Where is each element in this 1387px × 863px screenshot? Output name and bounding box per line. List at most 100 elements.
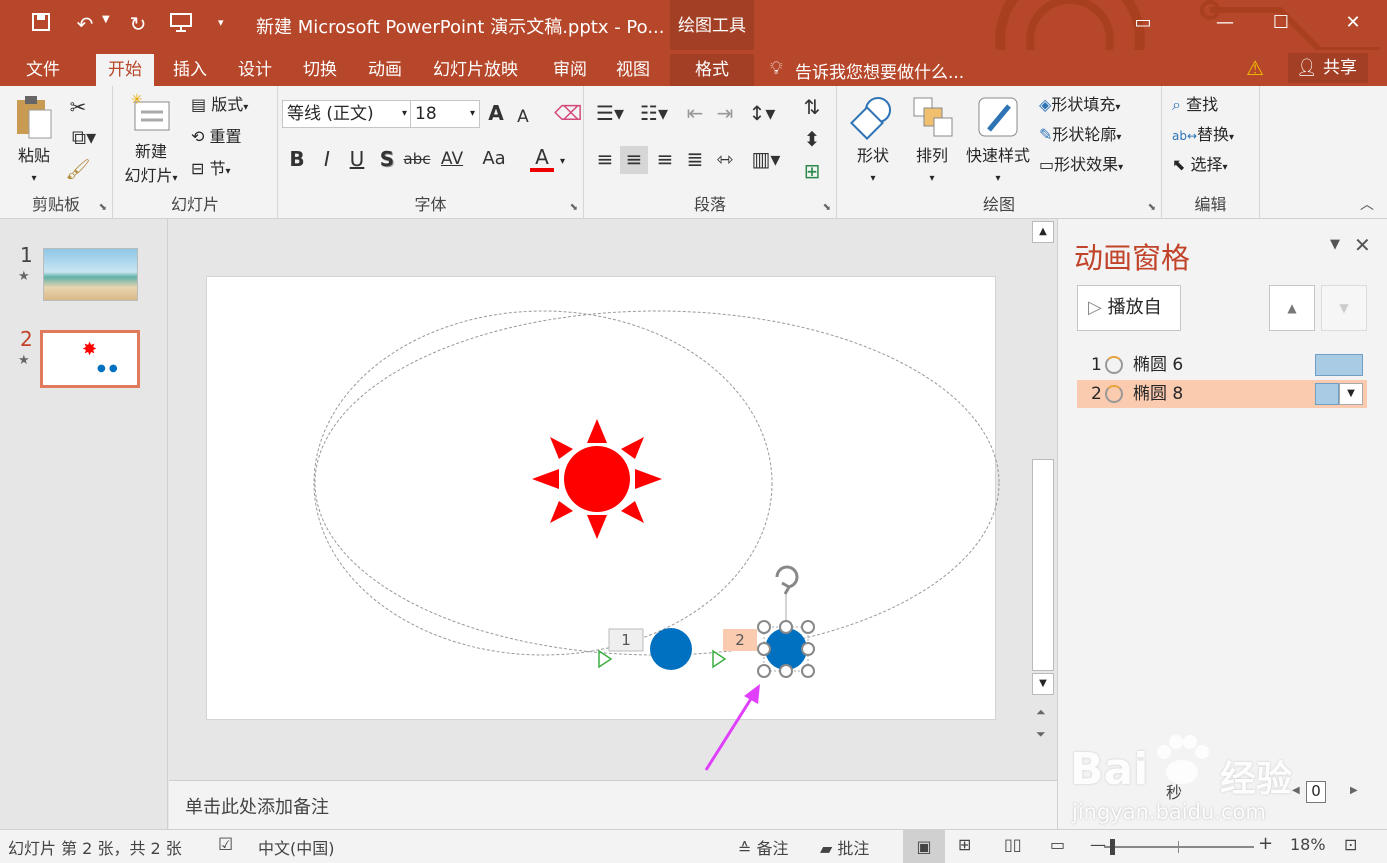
shapes-button[interactable]: 形状 ▾ [845, 94, 901, 185]
fit-to-window-icon[interactable]: ⊡ [1344, 835, 1357, 854]
align-left-icon[interactable]: ≡ [592, 146, 618, 174]
format-painter-icon[interactable]: 🖌︎ [64, 156, 92, 184]
align-text-icon[interactable]: ⬍ [794, 126, 830, 154]
presentation-icon[interactable] [168, 11, 194, 37]
layout-button[interactable]: ▤ 版式▾ [191, 92, 248, 118]
underline-button[interactable]: U [346, 146, 368, 174]
char-spacing-button[interactable]: AV [436, 146, 468, 174]
slide-scrollbar[interactable]: ▲ ▼ ⏶ ⏷ [1030, 219, 1056, 779]
pane-close-icon[interactable]: ✕ [1354, 233, 1371, 257]
anim-item-2-timeline-bar[interactable] [1315, 383, 1339, 405]
increase-indent-icon[interactable]: ⇥ [712, 100, 738, 128]
change-case-button[interactable]: Aa [478, 146, 510, 174]
collapse-ribbon-icon[interactable]: ︿ [1360, 194, 1374, 214]
columns-icon[interactable]: ▥▾ [748, 146, 784, 174]
undo-icon[interactable]: ↶ [72, 11, 98, 37]
anim-item-2-dropdown-icon[interactable]: ▼ [1339, 383, 1363, 405]
zoom-out-icon[interactable]: — [1090, 835, 1106, 854]
move-up-icon[interactable]: ▲ [1269, 285, 1315, 331]
maximize-button[interactable]: ☐ [1258, 0, 1304, 46]
font-name-select[interactable]: 等线 (正文) ▾ [282, 100, 412, 128]
bold-button[interactable]: B [286, 146, 308, 174]
align-right-icon[interactable]: ≡ [652, 146, 678, 174]
thumb-1[interactable] [43, 248, 138, 301]
comments-toggle[interactable]: ▰ 批注 [820, 835, 869, 859]
bullets-icon[interactable]: ☰▾ [592, 100, 628, 128]
prev-slide-icon[interactable]: ⏶ [1036, 705, 1046, 720]
slide-canvas[interactable]: 1 2 [206, 276, 1000, 720]
play-from-button[interactable]: ▷ 播放自 [1077, 285, 1181, 331]
tab-animations[interactable]: 动画 [356, 54, 414, 86]
zoom-level[interactable]: 18% [1290, 835, 1326, 854]
quick-styles-button[interactable]: 快速样式 ▾ [961, 94, 1035, 185]
drawing-launcher-icon[interactable]: ⬊ [1148, 202, 1156, 213]
font-color-dropdown-icon[interactable]: ▾ [560, 156, 565, 167]
next-slide-icon[interactable]: ⏷ [1036, 727, 1046, 742]
anim-item-1-timeline-bar[interactable] [1315, 354, 1363, 376]
reading-view-icon[interactable]: ▯▯ [1004, 835, 1022, 854]
clear-format-icon[interactable]: ⌫ [554, 100, 582, 128]
share-button[interactable]: 👤︎ 共享 [1288, 53, 1368, 83]
tab-transitions[interactable]: 切换 [291, 54, 349, 86]
paragraph-launcher-icon[interactable]: ⬊ [823, 202, 831, 213]
font-launcher-icon[interactable]: ⬊ [570, 202, 578, 213]
decrease-indent-icon[interactable]: ⇤ [682, 100, 708, 128]
reset-button[interactable]: ⟲ 重置 [191, 124, 242, 150]
shrink-font-button[interactable]: A [512, 104, 534, 132]
notes-toggle[interactable]: ≙ 备注 [738, 835, 789, 859]
numbering-icon[interactable]: ☷▾ [636, 100, 672, 128]
move-down-icon[interactable]: ▼ [1321, 285, 1367, 331]
spellcheck-icon[interactable]: ☑ [218, 835, 233, 855]
notes-pane[interactable]: 单击此处添加备注 [169, 780, 1057, 829]
timeline-right-icon[interactable]: ▶ [1350, 785, 1358, 796]
ribbon-display-icon[interactable]: ▭ [1120, 0, 1166, 46]
text-direction-icon[interactable]: ⇅ [794, 94, 830, 122]
zoom-slider[interactable] [1104, 846, 1254, 848]
pane-options-icon[interactable]: ▼ [1330, 237, 1340, 252]
select-button[interactable]: ⬉ 选择▾ [1172, 152, 1228, 178]
find-button[interactable]: ⌕ 查找 [1172, 92, 1218, 118]
justify-icon[interactable]: ≣ [682, 146, 708, 174]
scroll-thumb[interactable] [1032, 459, 1054, 671]
language-indicator[interactable]: 中文(中国) [258, 835, 335, 859]
tab-slideshow[interactable]: 幻灯片放映 [421, 54, 530, 86]
shape-effects-button[interactable]: ▭形状效果▾ [1039, 152, 1123, 178]
copy-icon[interactable]: ⧉▾ [64, 124, 104, 152]
replace-button[interactable]: ab↔替换▾ [1172, 122, 1234, 148]
font-color-button[interactable]: A [530, 144, 554, 172]
cut-icon[interactable]: ✂ [64, 94, 92, 122]
italic-button[interactable]: I [316, 146, 338, 174]
minimize-button[interactable]: — [1202, 0, 1248, 46]
shape-fill-button[interactable]: ◈形状填充▾ [1039, 92, 1120, 118]
slideshow-icon[interactable]: ▭ [1050, 835, 1065, 854]
warning-icon[interactable]: ⚠ [1246, 56, 1264, 80]
undo-dropdown-icon[interactable]: ▼ [102, 14, 110, 25]
save-icon[interactable] [28, 11, 54, 37]
tell-me-input[interactable]: 告诉我您想要做什么... [795, 58, 964, 83]
tab-file[interactable]: 文件 [14, 54, 72, 86]
close-button[interactable]: ✕ [1330, 0, 1376, 46]
zoom-slider-thumb[interactable] [1110, 839, 1115, 855]
scroll-up-icon[interactable]: ▲ [1032, 221, 1054, 243]
normal-view-icon[interactable]: ▣ [903, 830, 945, 863]
scroll-down-icon[interactable]: ▼ [1032, 673, 1054, 695]
distributed-icon[interactable]: ⇿ [712, 146, 738, 174]
shadow-button[interactable]: S [376, 146, 398, 174]
anim-item-1[interactable]: 1 椭圆 6 [1077, 351, 1367, 379]
grow-font-button[interactable]: A [484, 100, 508, 128]
slide-sorter-icon[interactable]: ⊞ [958, 835, 971, 854]
section-button[interactable]: ⊟ 节▾ [191, 156, 231, 182]
font-size-select[interactable]: 18 ▾ [410, 100, 480, 128]
tab-view[interactable]: 视图 [604, 54, 662, 86]
paste-button[interactable]: 粘贴 ▾ [8, 94, 60, 185]
strikethrough-button[interactable]: abc [402, 146, 432, 174]
tab-home[interactable]: 开始 [96, 54, 154, 86]
new-slide-button[interactable]: ✳ 新建 幻灯片▾ [119, 92, 183, 186]
smartart-icon[interactable]: ⊞ [794, 158, 830, 186]
tab-design[interactable]: 设计 [226, 54, 284, 86]
tab-review[interactable]: 审阅 [541, 54, 599, 86]
clipboard-launcher-icon[interactable]: ⬊ [99, 202, 107, 213]
shape-outline-button[interactable]: ✎形状轮廓▾ [1039, 122, 1121, 148]
zoom-in-icon[interactable]: + [1258, 833, 1273, 854]
redo-icon[interactable]: ↻ [125, 11, 151, 37]
